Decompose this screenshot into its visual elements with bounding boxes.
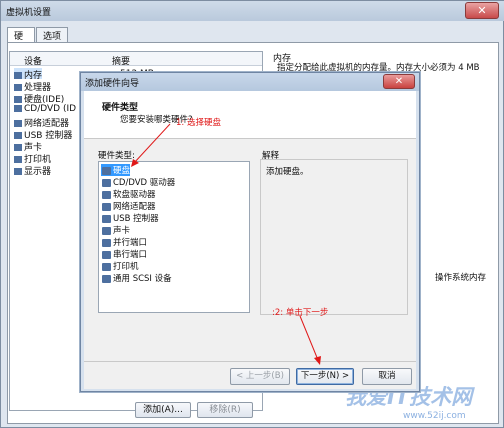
hardware-item-label: 网络适配器 (113, 202, 156, 212)
network-icon (14, 120, 22, 127)
annotation-step-2: :2: 单击下一步 (272, 308, 329, 318)
add-device-button[interactable]: 添加(A)... (135, 402, 191, 418)
explanation-box (260, 159, 408, 315)
annotation-step-1: 1: 选择硬盘 (176, 118, 221, 128)
hardware-item-label: 声卡 (113, 226, 131, 236)
sound-icon (102, 226, 111, 235)
hardware-item-label: 串行端口 (113, 250, 148, 260)
button-separator (84, 361, 416, 362)
tab-options[interactable]: 选项 (36, 27, 68, 43)
cdrom-icon (14, 105, 22, 112)
wizard-close-button[interactable]: ✕ (383, 74, 415, 89)
device-row-network[interactable]: 网络适配器 (14, 116, 69, 129)
hardware-item-cdrom[interactable]: CD/DVD 驱动器 (101, 176, 175, 188)
device-list-header: 设备 摘要 (10, 52, 262, 67)
device-row-usb[interactable]: USB 控制器 (14, 128, 72, 141)
next-button[interactable]: 下一步(N) > (296, 368, 354, 385)
hardware-item-label: 并行端口 (113, 238, 148, 248)
detail-fragment: 操作系统内存 (435, 273, 487, 283)
add-hardware-wizard: 添加硬件向导 ✕ 硬件类型 您要安装哪类硬件? 硬件类型: 硬盘 CD/DVD … (80, 72, 420, 392)
window-title-bar[interactable]: 虚拟机设置 ✕ (1, 1, 504, 21)
device-row-display[interactable]: 显示器 (14, 164, 52, 177)
hardware-item-serial[interactable]: 串行端口 (101, 248, 147, 260)
hardware-item-floppy[interactable]: 软盘驱动器 (101, 188, 156, 200)
window-title: 虚拟机设置 (6, 8, 52, 18)
device-row-disk[interactable]: 硬盘(IDE) (14, 92, 64, 105)
network-icon (102, 202, 111, 211)
hardware-item-usb[interactable]: USB 控制器 (101, 212, 159, 224)
window-close-button[interactable]: ✕ (465, 2, 499, 19)
hardware-item-label: 软盘驱动器 (113, 190, 156, 200)
printer-icon (102, 262, 111, 271)
floppy-icon (102, 190, 111, 199)
device-row-cpu[interactable]: 处理器 (14, 80, 51, 93)
device-row-printer[interactable]: 打印机 (14, 152, 51, 165)
hardware-item-parallel[interactable]: 并行端口 (101, 236, 147, 248)
disk-icon (102, 166, 111, 175)
wizard-header: 硬件类型 您要安装哪类硬件? (84, 91, 416, 139)
memory-icon (14, 72, 22, 79)
cdrom-icon (102, 178, 111, 187)
wizard-title-bar[interactable]: 添加硬件向导 ✕ (81, 73, 419, 91)
column-device: 设备 (24, 57, 43, 67)
device-row-label: 显示器 (24, 167, 52, 177)
remove-device-button[interactable]: 移除(R) (197, 402, 253, 418)
printer-icon (14, 156, 22, 163)
device-row-label: CD/DVD (ID (24, 104, 77, 114)
disk-icon (14, 96, 22, 103)
hardware-item-label: 硬盘 (113, 166, 131, 176)
hardware-type-label: 硬件类型: (98, 151, 135, 161)
watermark-url: www.52ij.com (403, 411, 466, 421)
usb-icon (14, 132, 22, 139)
hardware-item-sound[interactable]: 声卡 (101, 224, 130, 236)
device-row-memory[interactable]: 内存 (14, 68, 43, 81)
wizard-title: 添加硬件向导 (85, 79, 140, 89)
hardware-item-label: 通用 SCSI 设备 (113, 274, 172, 284)
sound-icon (14, 144, 22, 151)
hardware-type-list[interactable]: 硬盘 CD/DVD 驱动器 软盘驱动器 网络适配器 USB 控制器 声卡 并行端… (98, 161, 250, 313)
hardware-item-disk[interactable]: 硬盘 (101, 164, 131, 176)
device-row-sound[interactable]: 声卡 (14, 140, 42, 153)
cancel-button[interactable]: 取消 (362, 368, 412, 385)
back-button[interactable]: < 上一步(B) (230, 368, 290, 385)
wizard-header-title: 硬件类型 (102, 103, 139, 113)
parallel-port-icon (102, 238, 111, 247)
hardware-item-label: 打印机 (113, 262, 139, 272)
display-icon (14, 168, 22, 175)
hardware-item-printer[interactable]: 打印机 (101, 260, 139, 272)
serial-port-icon (102, 250, 111, 259)
device-row-cdrom[interactable]: CD/DVD (ID (14, 104, 76, 115)
wizard-body: 硬件类型 您要安装哪类硬件? 硬件类型: 硬盘 CD/DVD 驱动器 软盘驱动器… (84, 91, 416, 389)
column-summary: 摘要 (112, 57, 131, 67)
hardware-item-label: USB 控制器 (113, 214, 159, 224)
explanation-text: 添加硬盘。 (266, 167, 309, 177)
cpu-icon (14, 84, 22, 91)
hardware-item-scsi[interactable]: 通用 SCSI 设备 (101, 272, 172, 284)
hardware-item-network[interactable]: 网络适配器 (101, 200, 156, 212)
hardware-item-label: CD/DVD 驱动器 (113, 178, 176, 188)
explanation-label: 解释 (262, 151, 280, 161)
scsi-icon (102, 274, 111, 283)
usb-icon (102, 214, 111, 223)
